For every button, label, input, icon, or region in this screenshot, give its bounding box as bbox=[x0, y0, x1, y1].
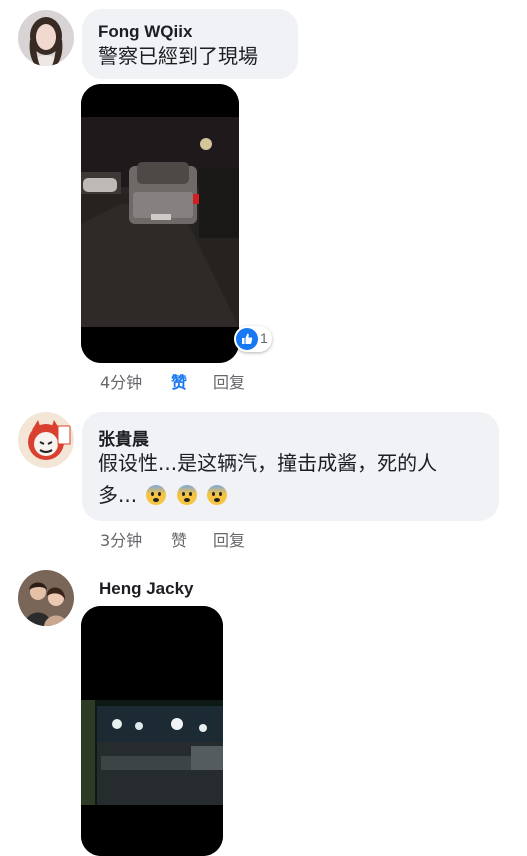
comment-bubble: Fong WQiix 警察已經到了現場 bbox=[82, 9, 298, 79]
comment-text-line-2: 多... bbox=[98, 480, 228, 510]
reaction-count-text: 1 bbox=[260, 330, 268, 346]
avatar[interactable] bbox=[18, 412, 74, 468]
reply-button[interactable]: 回复 bbox=[213, 369, 245, 393]
avatar[interactable] bbox=[18, 10, 74, 66]
like-icon bbox=[236, 328, 258, 350]
reply-button[interactable]: 回复 bbox=[213, 527, 245, 551]
comment-bubble: 张貴晨 假设性...是这辆汽，撞击成酱，死的人 多... bbox=[82, 412, 499, 521]
comment-author[interactable]: 张貴晨 bbox=[98, 425, 149, 450]
video-thumbnail[interactable] bbox=[81, 84, 239, 363]
comment-text-line-2-text: 多... bbox=[98, 483, 138, 507]
avatar[interactable] bbox=[18, 570, 74, 626]
comment-text: 警察已經到了現場 bbox=[98, 44, 258, 68]
comment-2: 张貴晨 假设性...是这辆汽，撞击成酱，死的人 多... 3分钟 赞 回复 bbox=[0, 400, 527, 550]
fearful-face-icon bbox=[176, 485, 197, 505]
fearful-face-icon bbox=[146, 485, 167, 505]
comment-text-line-1: 假设性...是这辆汽，撞击成酱，死的人 bbox=[98, 451, 438, 475]
comment-author[interactable]: Fong WQiix bbox=[98, 22, 192, 42]
comment-timestamp[interactable]: 3分钟 bbox=[100, 527, 142, 551]
like-button[interactable]: 赞 bbox=[171, 369, 187, 393]
video-thumbnail[interactable] bbox=[81, 606, 223, 856]
reaction-count[interactable]: 1 bbox=[234, 326, 272, 352]
fearful-face-icon bbox=[207, 485, 228, 505]
comment-3: Heng Jacky bbox=[0, 550, 527, 856]
comment-timestamp[interactable]: 4分钟 bbox=[100, 369, 142, 393]
comment-author[interactable]: Heng Jacky bbox=[99, 579, 194, 599]
comment-1: Fong WQiix 警察已經到了現場 1 4分钟 赞 回复 bbox=[0, 0, 527, 400]
like-button[interactable]: 赞 bbox=[171, 527, 187, 551]
